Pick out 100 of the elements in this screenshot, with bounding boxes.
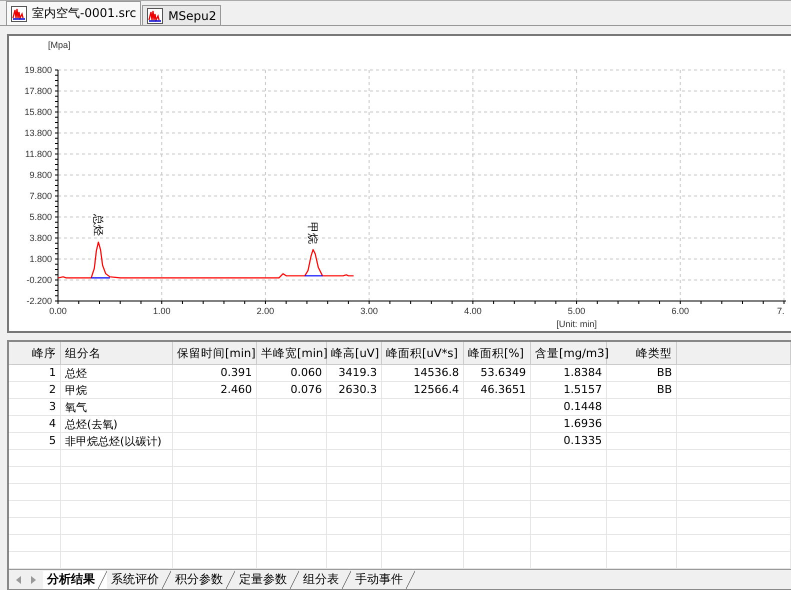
chromatogram-icon <box>147 8 164 24</box>
table-cell <box>327 450 382 467</box>
table-cell <box>607 433 677 450</box>
table-cell <box>9 450 61 467</box>
table-cell: 甲烷 <box>61 382 173 399</box>
document-tab[interactable]: MSepu2 <box>142 5 222 25</box>
table-cell: 2630.3 <box>327 382 382 399</box>
column-header[interactable]: 峰高[uV] <box>327 342 382 364</box>
sheet-tab[interactable]: 分析结果 <box>43 570 107 588</box>
y-tick-label: 19.800 <box>24 65 52 75</box>
table-cell: 14536.8 <box>382 365 464 382</box>
x-tick-label: 1.00 <box>152 306 170 316</box>
table-cell: 总烃(去氧) <box>61 416 173 433</box>
y-tick-label: 1.800 <box>29 254 52 264</box>
table-cell <box>9 518 61 535</box>
y-tick-label: -0.200 <box>26 275 52 285</box>
table-cell <box>327 535 382 552</box>
table-cell: 0.391 <box>173 365 257 382</box>
table-cell: 12566.4 <box>382 382 464 399</box>
table-cell: 氧气 <box>61 399 173 416</box>
x-tick-label: 5.00 <box>568 306 586 316</box>
table-cell: 2.460 <box>173 382 257 399</box>
table-cell <box>327 518 382 535</box>
x-axis-label: [Unit: min] <box>556 319 597 329</box>
x-tick-label: 4.00 <box>464 306 482 316</box>
y-tick-label: 17.800 <box>24 86 52 96</box>
table-cell: BB <box>607 365 677 382</box>
table-cell <box>257 467 327 484</box>
column-header[interactable]: 峰序 <box>9 342 61 364</box>
table-cell <box>9 484 61 501</box>
table-cell <box>607 450 677 467</box>
y-tick-label: 11.800 <box>25 149 52 159</box>
table-cell <box>327 416 382 433</box>
table-cell: 2 <box>9 382 61 399</box>
table-cell <box>257 501 327 518</box>
y-tick-label: 15.800 <box>24 107 52 117</box>
table-cell: 0.1335 <box>531 433 607 450</box>
table-cell <box>257 535 327 552</box>
table-cell: BB <box>607 382 677 399</box>
column-header[interactable]: 峰类型 <box>607 342 677 364</box>
x-tick-label: 6.00 <box>672 306 690 316</box>
table-cell <box>327 399 382 416</box>
column-header[interactable]: 含量[mg/m3] <box>531 342 607 364</box>
table-cell: 0.1448 <box>531 399 607 416</box>
table-cell: 4 <box>9 416 61 433</box>
table-cell: 1.6936 <box>531 416 607 433</box>
table-cell: 53.6349 <box>464 365 531 382</box>
table-cell <box>464 535 531 552</box>
table-cell: 3 <box>9 399 61 416</box>
table-cell <box>464 450 531 467</box>
table-cell <box>257 450 327 467</box>
table-cell <box>257 399 327 416</box>
table-cell: 0.076 <box>257 382 327 399</box>
table-cell: 非甲烷总烃(以碳计) <box>61 433 173 450</box>
column-header[interactable]: 保留时间[min] <box>173 342 257 364</box>
x-tick-label: 3.00 <box>360 306 378 316</box>
x-tick-label: 0.00 <box>49 306 67 316</box>
table-cell <box>464 433 531 450</box>
table-cell <box>464 484 531 501</box>
table-cell <box>607 535 677 552</box>
table-cell: 5 <box>9 433 61 450</box>
column-header[interactable]: 峰面积[uV*s] <box>382 342 464 364</box>
table-cell <box>257 433 327 450</box>
table-cell: 总烃 <box>61 365 173 382</box>
table-cell <box>607 416 677 433</box>
table-cell <box>327 433 382 450</box>
y-axis-label: [Mpa] <box>48 40 71 50</box>
y-tick-label: 9.800 <box>29 170 52 180</box>
y-tick-label: 13.800 <box>24 128 52 138</box>
table-cell <box>464 518 531 535</box>
table-cell: 46.3651 <box>464 382 531 399</box>
table-cell <box>9 501 61 518</box>
table-cell <box>257 416 327 433</box>
table-cell <box>607 501 677 518</box>
table-cell: 1.8384 <box>531 365 607 382</box>
table-cell: 3419.3 <box>327 365 382 382</box>
table-cell: 0.060 <box>257 365 327 382</box>
y-tick-label: 5.800 <box>29 212 52 222</box>
table-cell: 1 <box>9 365 61 382</box>
peak-label: 甲烷 <box>306 222 318 244</box>
table-cell: 1.5157 <box>531 382 607 399</box>
table-cell <box>464 416 531 433</box>
table-cell <box>607 399 677 416</box>
chromatogram-icon <box>11 6 27 22</box>
table-cell <box>327 484 382 501</box>
table-cell <box>327 501 382 518</box>
column-header[interactable]: 组分名 <box>61 342 173 364</box>
column-header[interactable]: 峰面积[%] <box>464 342 531 364</box>
table-cell <box>257 484 327 501</box>
table-cell <box>607 467 677 484</box>
table-cell <box>9 467 61 484</box>
peak-label: 总烃 <box>92 214 104 236</box>
table-cell <box>464 399 531 416</box>
column-header[interactable]: 半峰宽[min] <box>257 342 327 364</box>
table-cell <box>9 535 61 552</box>
y-tick-label: -2.200 <box>26 296 52 306</box>
y-tick-label: 7.800 <box>29 191 52 201</box>
document-tab[interactable]: 室内空气-0001.src <box>6 1 142 25</box>
table-cell <box>257 518 327 535</box>
y-tick-label: 3.800 <box>29 233 52 243</box>
